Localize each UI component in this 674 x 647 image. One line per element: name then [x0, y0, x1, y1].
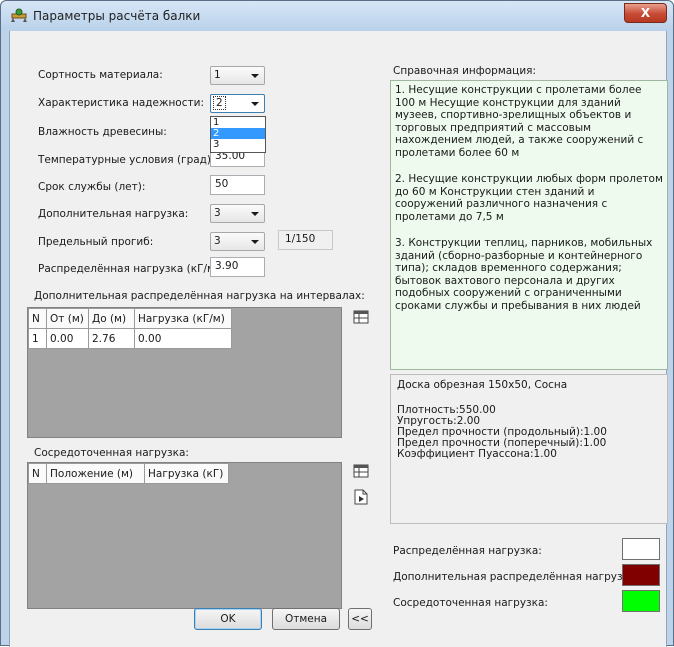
table-cell[interactable]: 0.00 — [134, 328, 232, 349]
extra-load-select[interactable]: 3 — [210, 204, 265, 223]
table-header-row: N Положение (м) Нагрузка (кГ) — [28, 463, 229, 484]
table-row[interactable]: 1 0.00 2.76 0.00 — [28, 328, 232, 349]
chevron-down-icon — [251, 240, 259, 244]
deflection-value: 3 — [214, 235, 221, 247]
interval-table-caption: Дополнительная распределённая нагрузка н… — [34, 290, 365, 302]
service-life-label: Срок службы (лет): — [38, 181, 146, 193]
column-header[interactable]: N — [28, 463, 47, 484]
additional-color-swatch[interactable] — [622, 564, 660, 586]
grade-select[interactable]: 1 — [210, 66, 265, 85]
dialog-window: Параметры расчёта балки X Сортность мате… — [0, 0, 674, 647]
table-cell[interactable]: 0.00 — [46, 328, 89, 349]
dialog-body: Сортность материала: 1 Характеристика на… — [9, 31, 668, 647]
page-arrow-icon[interactable] — [353, 489, 369, 505]
material-name: Доска обрезная 150x50, Сосна — [397, 379, 568, 391]
column-header[interactable]: N — [28, 308, 47, 329]
extra-load-value: 3 — [214, 207, 221, 219]
title-bar[interactable]: Параметры расчёта балки X — [1, 1, 673, 31]
reliability-select[interactable]: 2 — [210, 94, 265, 113]
distributed-label: Распределённая нагрузка (кГ/м): — [38, 263, 223, 275]
ok-button[interactable]: OK — [194, 608, 262, 630]
legend-additional-label: Дополнительная распределённая нагрузка: — [393, 571, 639, 583]
humidity-label: Влажность древесины: — [38, 126, 167, 138]
reference-item-1: 1. Несущие конструкции с пролетами более… — [395, 84, 644, 159]
column-header[interactable]: От (м) — [46, 308, 89, 329]
distributed-color-swatch[interactable] — [622, 538, 660, 560]
deflection-label: Предельный прогиб: — [38, 236, 154, 248]
grade-label: Сортность материала: — [38, 69, 163, 81]
material-poisson: Коэффициент Пуассона:1.00 — [397, 448, 557, 460]
chevron-down-icon — [251, 74, 259, 78]
reference-caption: Справочная информация: — [393, 65, 537, 77]
column-header[interactable]: Нагрузка (кГ) — [144, 463, 229, 484]
table-cell[interactable]: 1 — [28, 328, 47, 349]
point-table-grid: N Положение (м) Нагрузка (кГ) — [28, 463, 229, 484]
reliability-option-selected[interactable]: 2 — [211, 128, 265, 139]
reference-item-2: 2. Несущие конструкции любых форм пролет… — [395, 173, 663, 223]
table-cell[interactable]: 2.76 — [88, 328, 135, 349]
grade-value: 1 — [214, 69, 221, 81]
grid-edit-icon[interactable] — [353, 463, 369, 479]
reference-text-box[interactable]: 1. Несущие конструкции с пролетами более… — [390, 80, 668, 370]
chevron-down-icon — [251, 102, 259, 106]
service-life-field[interactable]: 50 — [210, 175, 265, 195]
reliability-label: Характеристика надежности: — [38, 97, 204, 109]
grid-edit-icon[interactable] — [353, 309, 369, 325]
reference-item-3: 3. Конструкции теплиц, парников, мобильн… — [395, 237, 653, 312]
close-button[interactable]: X — [624, 3, 667, 23]
chevron-down-icon — [251, 212, 259, 216]
beam-icon — [11, 8, 27, 22]
material-info-box: Доска обрезная 150x50, Сосна Плотность:5… — [390, 374, 668, 524]
deflection-ratio: 1/150 — [278, 230, 333, 250]
temperature-label: Температурные условия (град): — [38, 154, 215, 166]
cancel-button[interactable]: Отмена — [272, 608, 340, 630]
collapse-button[interactable]: << — [348, 608, 372, 630]
deflection-select[interactable]: 3 — [210, 232, 265, 251]
point-table-caption: Сосредоточенная нагрузка: — [34, 447, 189, 459]
distributed-field[interactable]: 3.90 — [210, 257, 265, 277]
reliability-value: 2 — [213, 96, 226, 110]
reliability-dropdown: 1 2 3 — [210, 116, 266, 153]
window-title: Параметры расчёта балки — [33, 9, 201, 23]
column-header[interactable]: Нагрузка (кГ/м) — [134, 308, 232, 329]
legend-point-label: Сосредоточенная нагрузка: — [393, 597, 548, 609]
extra-load-label: Дополнительная нагрузка: — [38, 208, 189, 220]
point-load-table[interactable]: N Положение (м) Нагрузка (кГ) — [27, 462, 342, 609]
point-color-swatch[interactable] — [622, 590, 660, 612]
interval-table-grid: N От (м) До (м) Нагрузка (кГ/м) 1 0.00 2… — [28, 308, 232, 349]
reliability-option[interactable]: 1 — [211, 117, 265, 128]
legend-distributed-label: Распределённая нагрузка: — [393, 545, 542, 557]
interval-table[interactable]: N От (м) До (м) Нагрузка (кГ/м) 1 0.00 2… — [27, 307, 342, 438]
reliability-option[interactable]: 3 — [211, 139, 265, 150]
table-header-row: N От (м) До (м) Нагрузка (кГ/м) — [28, 308, 232, 329]
column-header[interactable]: До (м) — [88, 308, 135, 329]
column-header[interactable]: Положение (м) — [46, 463, 145, 484]
